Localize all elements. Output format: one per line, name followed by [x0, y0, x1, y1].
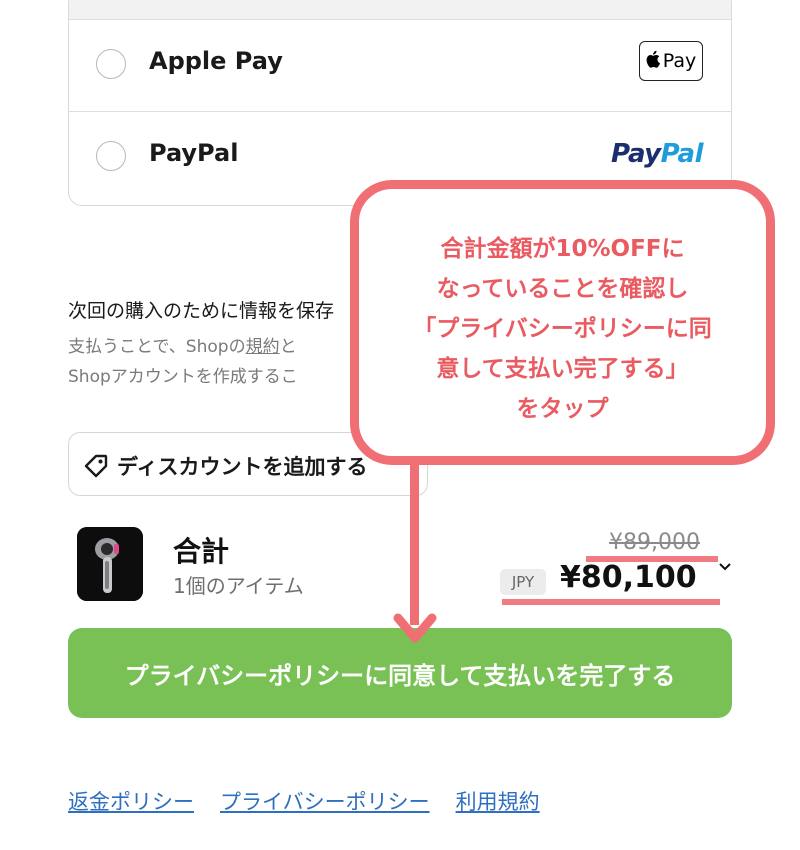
paypal-logo-part1: Pay	[611, 139, 661, 169]
annotation-callout: 合計金額が10%OFFに なっていることを確認し 「プライバシーポリシーに同 意…	[350, 180, 775, 465]
total-label: 合計	[173, 535, 230, 568]
annotation-line-3: 「プライバシーポリシーに同	[413, 316, 712, 342]
original-price: ¥89,000	[609, 530, 700, 555]
payment-methods-card: Apple Pay Pay PayPal PayPal	[68, 0, 732, 206]
save-info-text-2: と	[279, 337, 297, 357]
terms-of-service-link[interactable]: 利用規約	[456, 786, 540, 816]
terms-link[interactable]: 規約	[246, 337, 280, 357]
annotation-arrow-shaft	[410, 463, 419, 625]
product-thumbnail	[77, 527, 143, 601]
paypal-logo: PayPal	[611, 139, 703, 169]
refund-policy-link[interactable]: 返金ポリシー	[68, 786, 194, 816]
annotation-line-5: をタップ	[516, 396, 609, 422]
chevron-down-icon[interactable]	[718, 556, 732, 575]
payment-option-apple-pay[interactable]: Apple Pay Pay	[69, 19, 731, 112]
annotation-line-4: 意して支払い完了する」	[436, 356, 689, 382]
apple-pay-badge-text: Pay	[662, 50, 697, 72]
annotation-line-2: なっていることを確認し	[436, 276, 689, 302]
privacy-policy-link[interactable]: プライバシーポリシー	[220, 786, 430, 816]
item-count: 1個のアイテム	[173, 574, 304, 598]
save-info-text: 支払うことで、Shopの	[68, 337, 246, 357]
annotation-text: 合計金額が10%OFFに なっていることを確認し 「プライバシーポリシーに同 意…	[359, 229, 766, 429]
save-info-title: 次回の購入のために情報を保存	[68, 300, 335, 322]
paypal-label: PayPal	[149, 139, 239, 167]
annotation-line-1: 合計金額が10%OFFに	[440, 236, 685, 262]
add-discount-label: ディスカウントを追加する	[117, 455, 368, 479]
paypal-logo-part2: Pal	[660, 139, 704, 169]
arrow-down-icon	[393, 613, 437, 643]
footer-links: 返金ポリシー プライバシーポリシー 利用規約	[68, 786, 540, 816]
currency-badge: JPY	[500, 569, 546, 595]
final-price: ¥80,100	[560, 560, 697, 595]
previous-option-row	[69, 0, 731, 20]
apple-pay-label: Apple Pay	[149, 47, 283, 75]
save-info-text-3: Shopアカウントを作成するこ	[68, 367, 298, 387]
apple-pay-badge: Pay	[639, 41, 703, 81]
paypal-radio[interactable]	[96, 141, 126, 171]
tag-icon	[83, 453, 109, 483]
apple-pay-radio[interactable]	[96, 49, 126, 79]
apple-icon	[646, 50, 662, 73]
final-price-highlight	[502, 599, 720, 605]
